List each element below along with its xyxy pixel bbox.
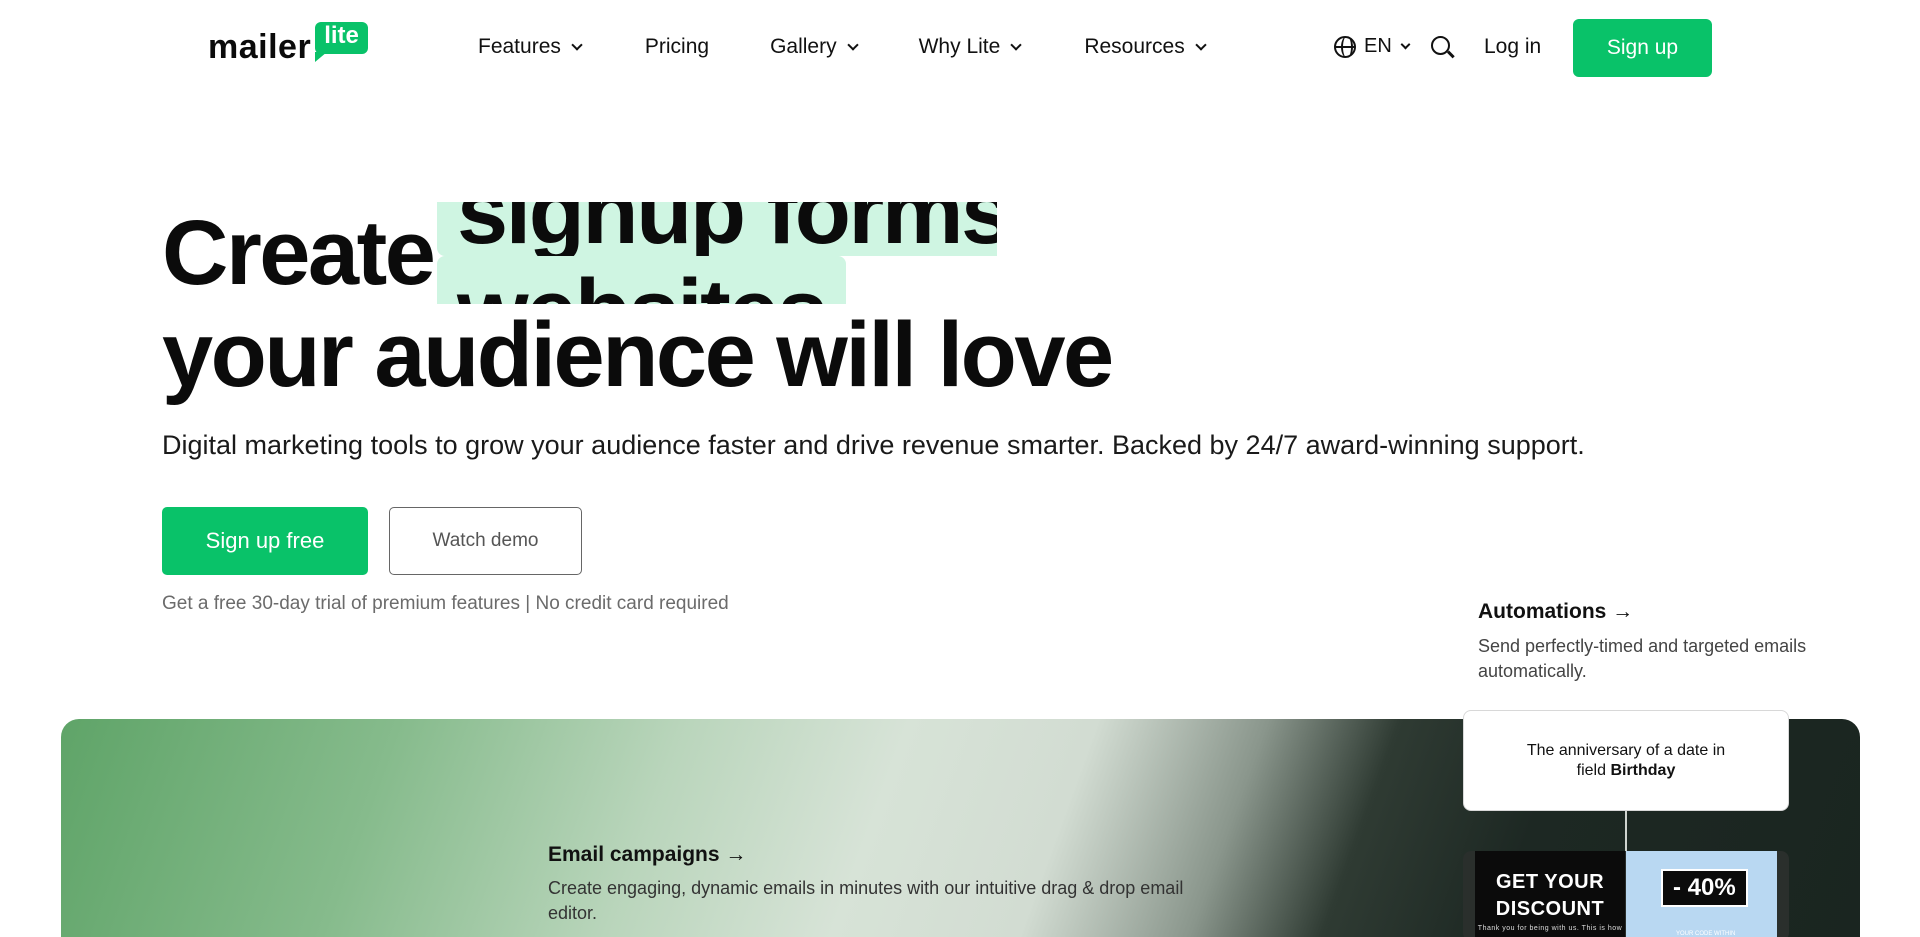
watch-demo-button[interactable]: Watch demo xyxy=(389,507,582,575)
chevron-down-icon xyxy=(1195,38,1207,51)
promo-code-text: YOUR CODE WITHIN xyxy=(1676,931,1736,937)
promo-discount-panel: - 40% YOUR CODE WITHIN xyxy=(1626,851,1777,937)
logo-badge: lite xyxy=(315,22,368,62)
site-header: mailer lite Features Pricing Gallery Why… xyxy=(0,0,1920,96)
language-selector[interactable]: EN xyxy=(1334,35,1411,58)
trigger-line2: field Birthday xyxy=(1576,761,1676,779)
signup-free-button[interactable]: Sign up free xyxy=(162,507,368,575)
nav-gallery-label: Gallery xyxy=(770,35,837,58)
chevron-down-icon xyxy=(571,38,583,51)
nav-gallery[interactable]: Gallery xyxy=(770,35,859,59)
discount-badge: - 40% xyxy=(1661,869,1748,907)
nav-pricing[interactable]: Pricing xyxy=(645,35,709,59)
trigger-line1: The anniversary of a date in xyxy=(1526,741,1726,759)
chevron-down-icon xyxy=(846,38,859,51)
automation-trigger-card: The anniversary of a date in field Birth… xyxy=(1463,710,1789,811)
chevron-down-icon xyxy=(1400,39,1411,49)
logo-wordmark: mailer xyxy=(208,28,312,66)
nav-pricing-label: Pricing xyxy=(644,35,710,58)
nav-why-lite-label: Why Lite xyxy=(918,35,1001,58)
automations-description: Send perfectly-timed and targeted emails… xyxy=(1478,636,1807,681)
main-nav: Features Pricing Gallery Why Lite Resour… xyxy=(478,33,1207,61)
automations-link[interactable]: Automations → xyxy=(1478,600,1633,624)
email-campaigns-description: Create engaging, dynamic emails in minut… xyxy=(548,878,1184,923)
signup-button[interactable]: Sign up xyxy=(1573,19,1712,77)
globe-icon xyxy=(1334,35,1356,58)
hero-rotating-words: signup forms websites xyxy=(437,202,997,304)
search-icon[interactable] xyxy=(1431,36,1455,60)
chevron-down-icon xyxy=(1010,38,1022,51)
nav-resources[interactable]: Resources xyxy=(1084,35,1207,59)
email-preview: GET YOUR DISCOUNT Thank you for being wi… xyxy=(1463,851,1789,937)
nav-why-lite[interactable]: Why Lite xyxy=(918,35,1022,59)
nav-features[interactable]: Features xyxy=(478,35,583,59)
email-campaigns-link[interactable]: Email campaigns → xyxy=(548,843,746,867)
nav-resources-label: Resources xyxy=(1084,35,1185,58)
hero-title-create: Create xyxy=(162,202,436,304)
trial-note: Get a free 30-day trial of premium featu… xyxy=(162,593,729,614)
hero-title-line2: your audience will love xyxy=(162,304,1114,406)
mailerlite-logo[interactable]: mailer lite xyxy=(208,22,368,66)
rotating-word: websites xyxy=(437,256,846,304)
nav-features-label: Features xyxy=(478,35,561,58)
login-link[interactable]: Log in xyxy=(1484,35,1541,59)
workflow-connector xyxy=(1625,811,1627,851)
promo-headline: GET YOUR DISCOUNT Thank you for being wi… xyxy=(1475,851,1625,937)
language-code: EN xyxy=(1364,35,1392,57)
rotating-word: signup forms xyxy=(437,202,997,258)
hero-subtitle: Digital marketing tools to grow your aud… xyxy=(162,430,1585,460)
